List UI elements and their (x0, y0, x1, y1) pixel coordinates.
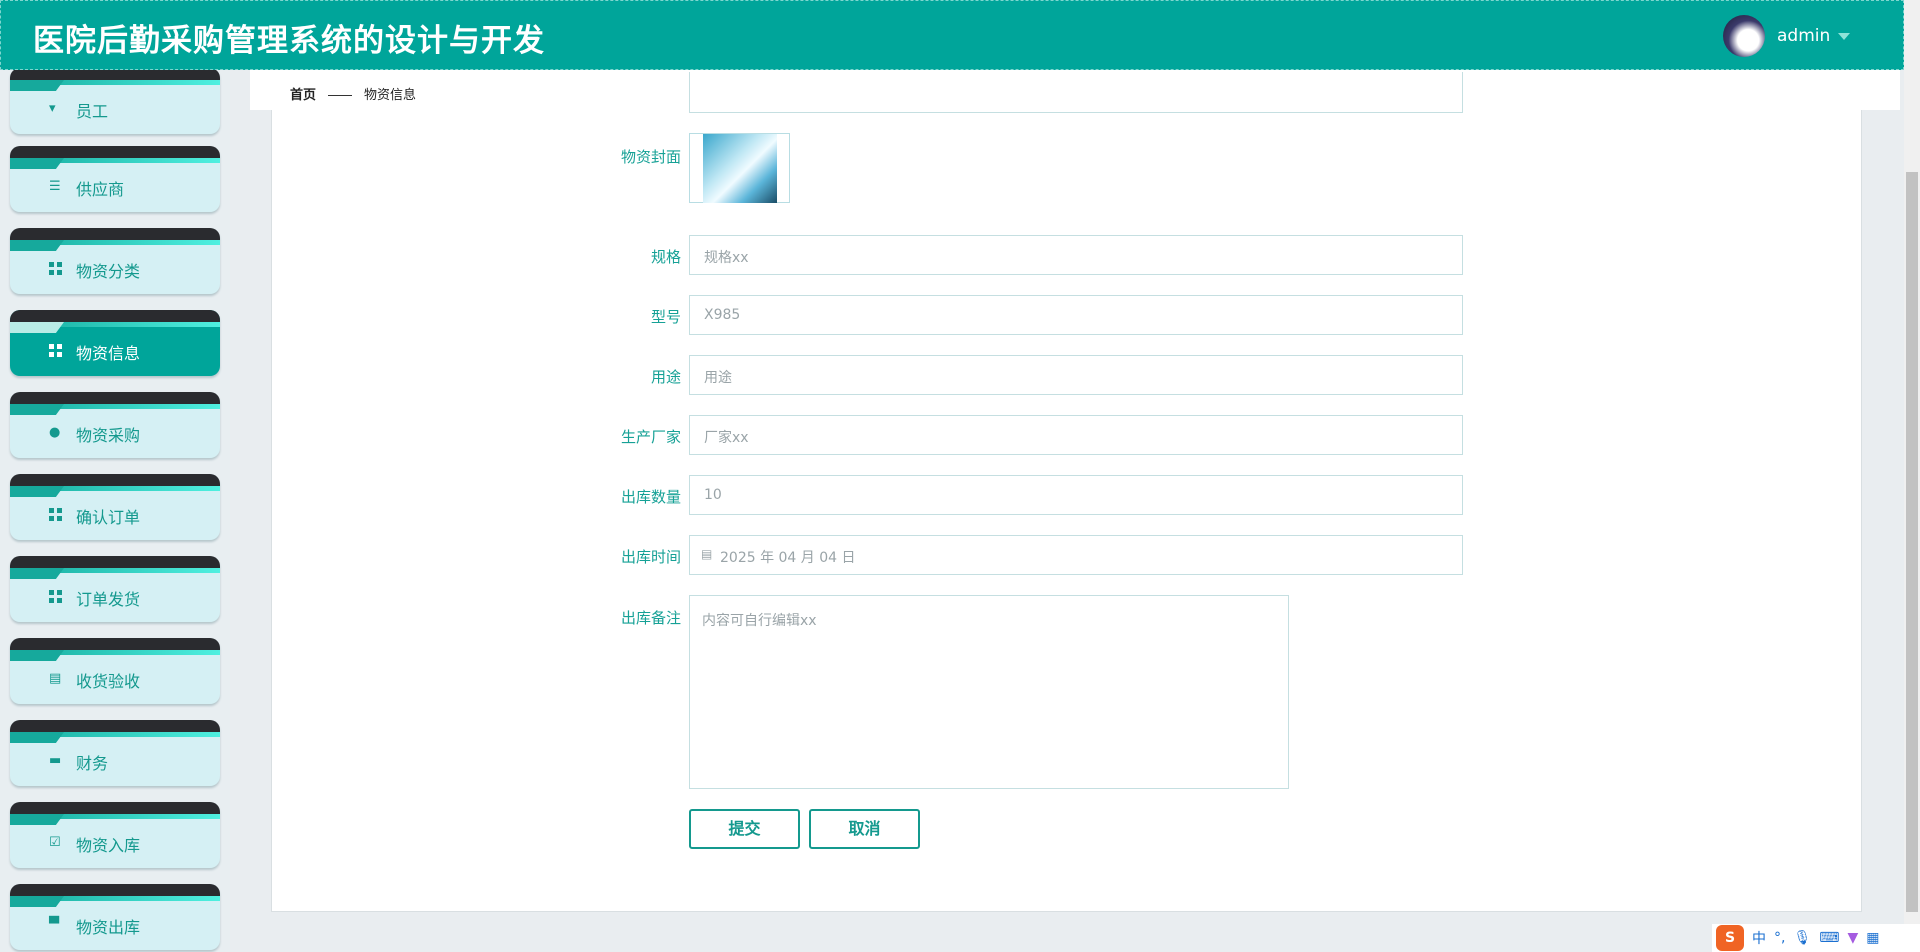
item-band (10, 70, 220, 80)
remark-label: 出库备注 (620, 609, 681, 627)
sidebar-item-label: 员工 (76, 102, 109, 121)
item-band (10, 556, 220, 568)
breadcrumb-separator (328, 95, 353, 96)
cover-label: 物资封面 (620, 148, 681, 166)
item-tab (10, 486, 64, 497)
sidebar-item-label: 物资入库 (76, 836, 141, 855)
field-label-manufacturer: 生产厂家 (620, 428, 681, 446)
usage-input[interactable]: 用途 (689, 355, 1463, 395)
field-label-date: 出库时间 (620, 548, 681, 566)
sidebar-item[interactable]: ▾ 员工 (10, 70, 220, 134)
sidebar-item-label: 物资信息 (76, 344, 141, 363)
sidebar-item-label: 订单发货 (76, 590, 141, 609)
list-icon: ☰ (49, 179, 61, 194)
item-tab (10, 814, 64, 825)
item-tab (10, 404, 64, 415)
sidebar-item-label: 财务 (76, 754, 109, 773)
model-input[interactable]: X985 (689, 295, 1463, 335)
date-input[interactable]: ▤ 2025 年 04 月 04 日 (689, 535, 1463, 575)
item-tab (10, 322, 64, 333)
sidebar-item[interactable]: ● 物资采购 (10, 392, 220, 458)
apps-icon[interactable]: ▦ (1866, 930, 1879, 946)
sidebar-item-label: 收货验收 (76, 672, 141, 691)
sidebar-item[interactable]: 订单发货 (10, 556, 220, 622)
grid-icon (49, 508, 62, 521)
grid-icon (49, 344, 62, 357)
sidebar-item[interactable]: ☑ 物资入库 (10, 802, 220, 868)
field-label-usage: 用途 (650, 368, 681, 386)
item-tab (10, 568, 64, 579)
user-menu[interactable]: admin (1723, 15, 1851, 57)
remark-textarea[interactable]: 内容可自行编辑xx (689, 595, 1289, 789)
sidebar-item[interactable]: 物资分类 (10, 228, 220, 294)
skin-icon[interactable]: ▼ (1847, 930, 1858, 946)
item-band (10, 228, 220, 240)
field-label-quantity: 出库数量 (620, 488, 681, 506)
sidebar-item-label: 物资采购 (76, 426, 141, 445)
microphone-icon[interactable]: 🎙 (1793, 930, 1811, 946)
spec-input[interactable]: 规格xx (689, 235, 1463, 275)
item-tab (10, 240, 64, 251)
sidebar-item[interactable]: 物资信息 (10, 310, 220, 376)
item-band (10, 146, 220, 158)
top-header: 医院后勤采购管理系统的设计与开发 admin (0, 0, 1904, 70)
quantity-input[interactable]: 10 (689, 475, 1463, 515)
item-band (10, 720, 220, 732)
sidebar-item-label: 供应商 (76, 180, 125, 199)
app-title: 医院后勤采购管理系统的设计与开发 (33, 23, 545, 59)
sidebar-item[interactable]: ▬ 财务 (10, 720, 220, 786)
sogou-logo-icon[interactable]: S (1716, 925, 1744, 951)
item-band (10, 310, 220, 322)
manufacturer-input[interactable]: 厂家xx (689, 415, 1463, 455)
clipboard-icon: ▤ (49, 671, 62, 686)
ime-punctuation[interactable]: °, (1774, 930, 1785, 946)
previous-field-input[interactable] (689, 72, 1463, 113)
item-tab (10, 158, 64, 169)
cover-image[interactable] (689, 133, 790, 203)
breadcrumb-home[interactable]: 首页 (290, 88, 316, 103)
field-label-model: 型号 (650, 308, 681, 326)
sidebar-item-label: 确认订单 (76, 508, 141, 527)
sidebar: ▾ 员工 ☰ 供应商物资分类物资信息 ● 物资采购确认订单订单发货 ▤ 收货验收 ▬ 财务 ☑ 物资入… (0, 70, 230, 952)
ime-language[interactable]: 中 (1752, 928, 1766, 948)
item-tab (10, 650, 64, 661)
avatar[interactable] (1723, 15, 1765, 57)
item-tab (10, 80, 64, 91)
sidebar-item-label: 物资分类 (76, 262, 141, 281)
item-band (10, 802, 220, 814)
sidebar-item[interactable]: ☰ 供应商 (10, 146, 220, 212)
clipboard-check-icon: ☑ (49, 835, 61, 850)
item-tab (10, 732, 64, 743)
cancel-button[interactable]: 取消 (809, 809, 920, 849)
ime-toolbar: S 中 °, 🎙 ⌨ ▼ ▦ (1712, 924, 1920, 952)
user-icon: ▾ (49, 101, 56, 116)
breadcrumb-current: 物资信息 (364, 88, 417, 103)
submit-button[interactable]: 提交 (689, 809, 800, 849)
sidebar-item-label: 物资出库 (76, 918, 141, 937)
keyboard-icon[interactable]: ⌨ (1819, 930, 1839, 946)
grid-icon (49, 590, 62, 603)
date-value: 2025 年 04 月 04 日 (720, 550, 856, 566)
item-band (10, 638, 220, 650)
field-label-spec: 规格 (650, 248, 681, 266)
item-band (10, 884, 220, 896)
ticket-icon: ▬ (49, 753, 62, 768)
caret-down-icon[interactable] (1838, 32, 1851, 40)
item-band (10, 392, 220, 404)
scrollbar-thumb[interactable] (1906, 172, 1918, 912)
item-tab (10, 896, 64, 907)
bulb-icon: ● (49, 425, 61, 440)
username[interactable]: admin (1777, 26, 1830, 46)
sidebar-item[interactable]: 确认订单 (10, 474, 220, 540)
grid-icon (49, 262, 62, 275)
sidebar-item[interactable]: ▀ 物资出库 (10, 884, 220, 950)
calendar-icon: ▤ (701, 547, 713, 561)
printer-icon: ▀ (49, 917, 59, 932)
sidebar-item[interactable]: ▤ 收货验收 (10, 638, 220, 704)
item-band (10, 474, 220, 486)
